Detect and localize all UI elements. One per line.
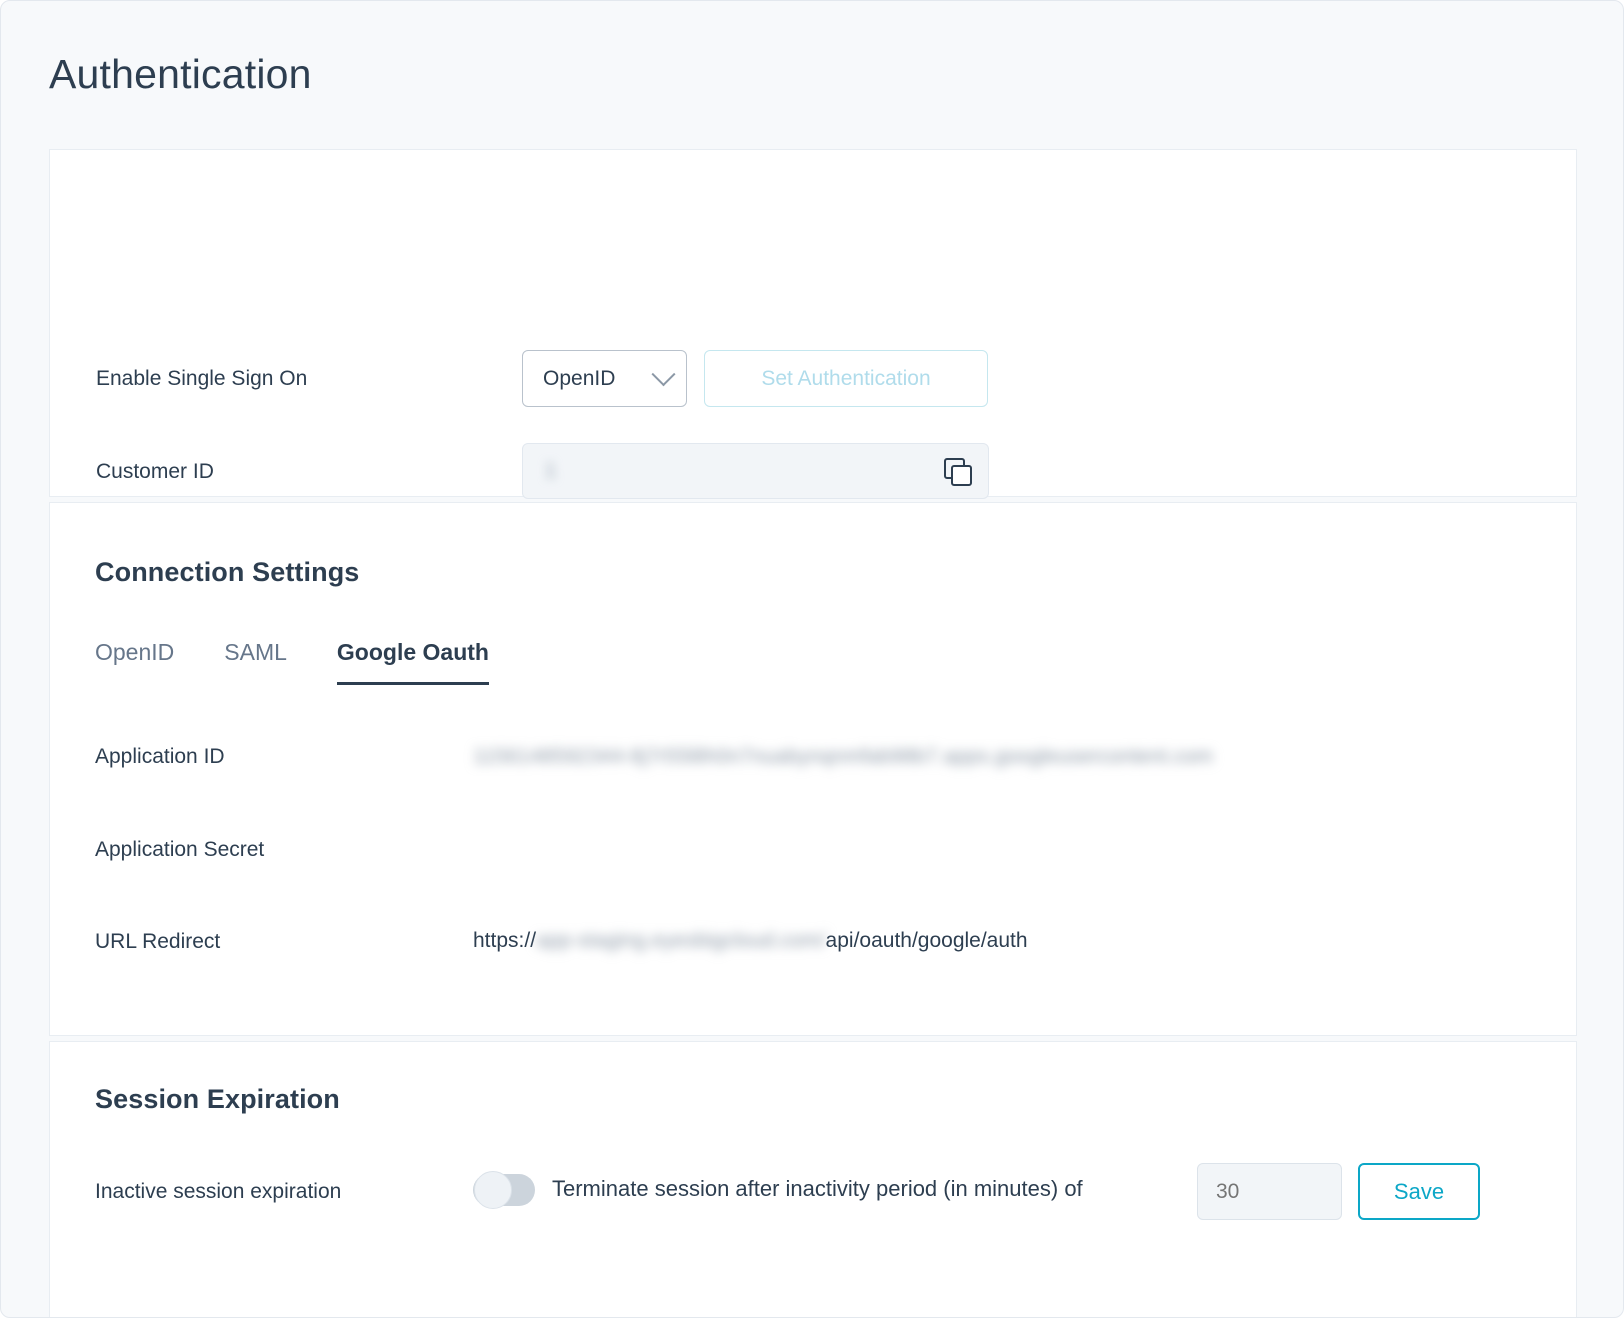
tab-google-oauth[interactable]: Google Oauth [337, 639, 489, 685]
tab-openid[interactable]: OpenID [95, 639, 174, 685]
customer-id-label: Customer ID [96, 460, 214, 484]
customer-id-label-row: Customer ID [96, 460, 214, 484]
application-id-value: 1156148592344-8j7r55l8h0n7nuabynqnmfab98… [473, 745, 1213, 769]
sso-provider-select[interactable]: OpenID [522, 350, 687, 407]
page-title: Authentication [49, 51, 312, 98]
toggle-knob [474, 1171, 512, 1209]
url-redirect-label: URL Redirect [95, 930, 220, 954]
sso-provider-value: OpenID [543, 367, 655, 391]
application-secret-label: Application Secret [95, 838, 264, 862]
chevron-down-icon [651, 362, 675, 386]
application-id-label: Application ID [95, 745, 225, 769]
url-prefix: https:// [473, 929, 536, 953]
connection-settings-heading: Connection Settings [95, 557, 359, 588]
connection-tabs: OpenID SAML Google Oauth [95, 639, 539, 685]
url-redirect-value: https:// app-staging.eyesbigcloud.com/ a… [473, 929, 1028, 953]
session-expiration-heading: Session Expiration [95, 1084, 340, 1115]
url-masked-host: app-staging.eyesbigcloud.com/ [536, 929, 826, 953]
authentication-settings-page: Authentication Enable Single Sign On Ope… [0, 0, 1624, 1318]
sso-label-row: Enable Single Sign On [96, 367, 307, 391]
copy-icon[interactable] [944, 458, 970, 484]
save-button[interactable]: Save [1358, 1163, 1480, 1220]
inactivity-minutes-input[interactable] [1197, 1163, 1342, 1220]
set-authentication-button[interactable]: Set Authentication [704, 350, 988, 407]
enable-sso-label: Enable Single Sign On [96, 367, 307, 391]
customer-id-field: 1 [522, 443, 989, 499]
url-suffix: api/oauth/google/auth [826, 929, 1028, 953]
tab-saml[interactable]: SAML [224, 639, 287, 685]
customer-id-value: 1 [545, 460, 944, 483]
inactive-session-toggle[interactable] [473, 1174, 535, 1206]
inactive-session-expiration-label: Inactive session expiration [95, 1180, 341, 1204]
inactivity-description: Terminate session after inactivity perio… [552, 1176, 1083, 1202]
sso-card: Enable Single Sign On OpenID Set Authent… [49, 149, 1577, 497]
